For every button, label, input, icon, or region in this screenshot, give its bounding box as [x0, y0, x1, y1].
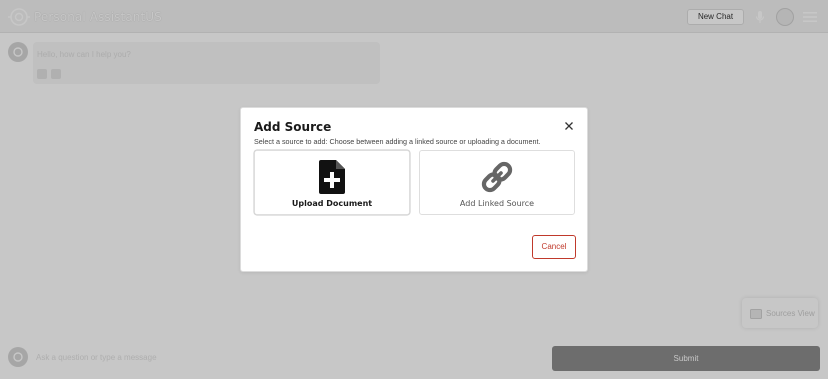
link-icon: [420, 159, 574, 195]
add-linked-source-option[interactable]: Add Linked Source: [419, 150, 575, 215]
dialog-subtitle: Select a source to add: Choose between a…: [254, 137, 541, 146]
add-linked-source-label: Add Linked Source: [459, 199, 535, 208]
close-icon[interactable]: [563, 120, 575, 132]
upload-document-option[interactable]: Upload Document: [254, 150, 410, 215]
file-plus-icon: [255, 159, 409, 195]
upload-document-label: Upload Document: [291, 199, 373, 208]
add-source-dialog: Add Source Select a source to add: Choos…: [240, 107, 588, 272]
dialog-title: Add Source: [254, 120, 332, 134]
cancel-button[interactable]: Cancel: [532, 235, 576, 259]
